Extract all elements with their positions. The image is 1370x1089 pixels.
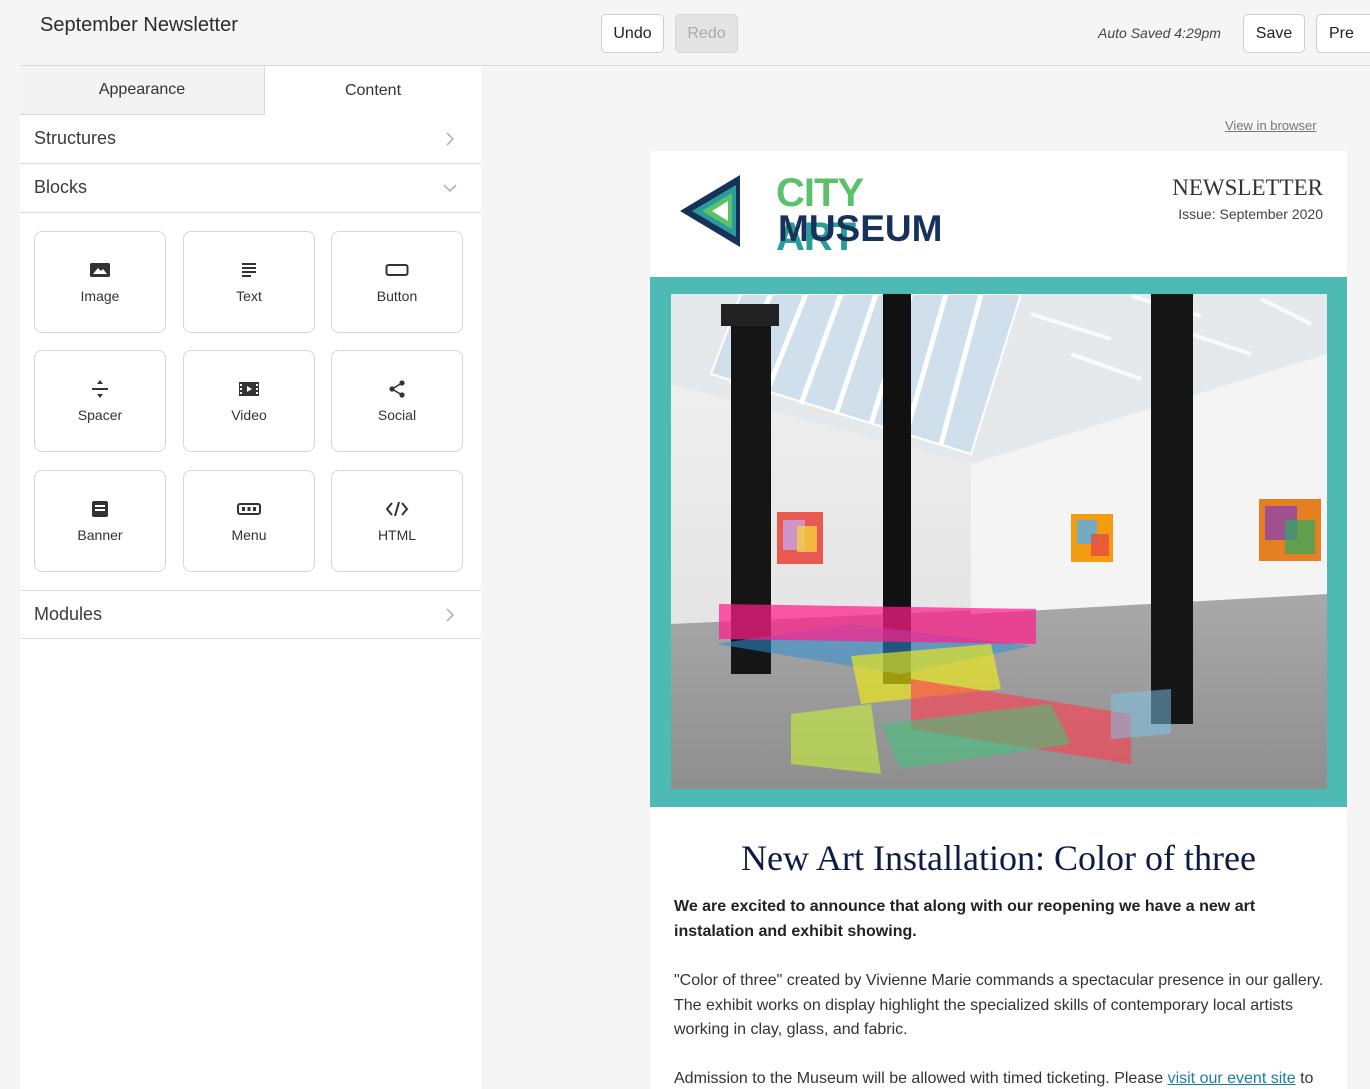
modules-section-header[interactable]: Modules [20,590,481,639]
block-label: Image [80,288,120,304]
block-social[interactable]: Social [331,350,463,452]
spacer-icon [88,379,112,399]
preview-button[interactable]: Pre [1316,14,1370,53]
block-label: Banner [77,527,123,543]
view-in-browser-link[interactable]: View in browser [1225,118,1317,133]
block-banner[interactable]: Banner [34,470,166,572]
logo-museum-text: MUSEUM [778,208,943,249]
image-icon [88,260,112,280]
share-icon [385,379,409,399]
block-menu[interactable]: Menu [183,470,315,572]
gallery-installation-image[interactable] [671,294,1327,789]
hero-image-frame[interactable] [650,277,1347,807]
email-preview: CITY ART MUSEUM NEWSLETTER Issue: Septem… [650,151,1347,1089]
block-label: Social [377,407,417,423]
block-label: Button [376,288,418,304]
museum-logo: CITY ART MUSEUM [678,171,942,259]
block-label: Menu [231,527,267,543]
newsletter-label: NEWSLETTER [1172,175,1323,200]
block-button[interactable]: Button [331,231,463,333]
event-site-link[interactable]: visit our event site [1168,1070,1296,1087]
sidebar-tabs: Appearance Content [20,66,481,115]
block-image[interactable]: Image [34,231,166,333]
button-icon [385,260,409,280]
block-label: Spacer [77,407,123,423]
intro-paragraph: We are excited to announce that along wi… [674,898,1256,940]
block-html[interactable]: HTML [331,470,463,572]
admission-paragraph: Admission to the Museum will be allowed … [674,1067,1324,1089]
content-sidebar: Appearance Content Structures Blocks Ima… [20,66,481,1089]
chevron-down-icon [443,184,457,193]
structures-section-header[interactable]: Structures [20,115,481,164]
tab-content[interactable]: Content [265,66,481,115]
admission-text: Admission to the Museum will be allowed … [674,1070,1168,1087]
video-icon [237,379,261,399]
block-label: HTML [377,527,417,543]
structures-label: Structures [34,128,117,148]
modules-label: Modules [34,604,103,624]
body-paragraph: "Color of three" created by Vivienne Mar… [674,972,1324,1038]
chevron-right-icon [446,132,455,146]
admission-text-end: to [1295,1070,1314,1087]
chevron-right-icon [446,608,455,622]
block-text[interactable]: Text [183,231,315,333]
block-label: Video [231,407,267,423]
logo-triangle-icon [680,175,740,247]
article-headline: New Art Installation: Color of three [741,838,1256,878]
blocks-section-header[interactable]: Blocks [20,164,481,213]
document-title: September Newsletter [40,14,238,36]
autosave-status: Auto Saved 4:29pm [1098,25,1221,41]
block-spacer[interactable]: Spacer [34,350,166,452]
menu-icon [237,499,261,519]
save-button[interactable]: Save [1243,14,1305,53]
block-label: Text [236,288,262,304]
redo-button[interactable]: Redo [675,14,738,53]
blocks-label: Blocks [34,177,88,197]
undo-button[interactable]: Undo [601,14,664,53]
code-icon [385,499,409,519]
tab-appearance[interactable]: Appearance [20,66,265,115]
block-video[interactable]: Video [183,350,315,452]
text-icon [237,260,261,280]
issue-date: Issue: September 2020 [1178,206,1323,222]
banner-icon [88,499,112,519]
